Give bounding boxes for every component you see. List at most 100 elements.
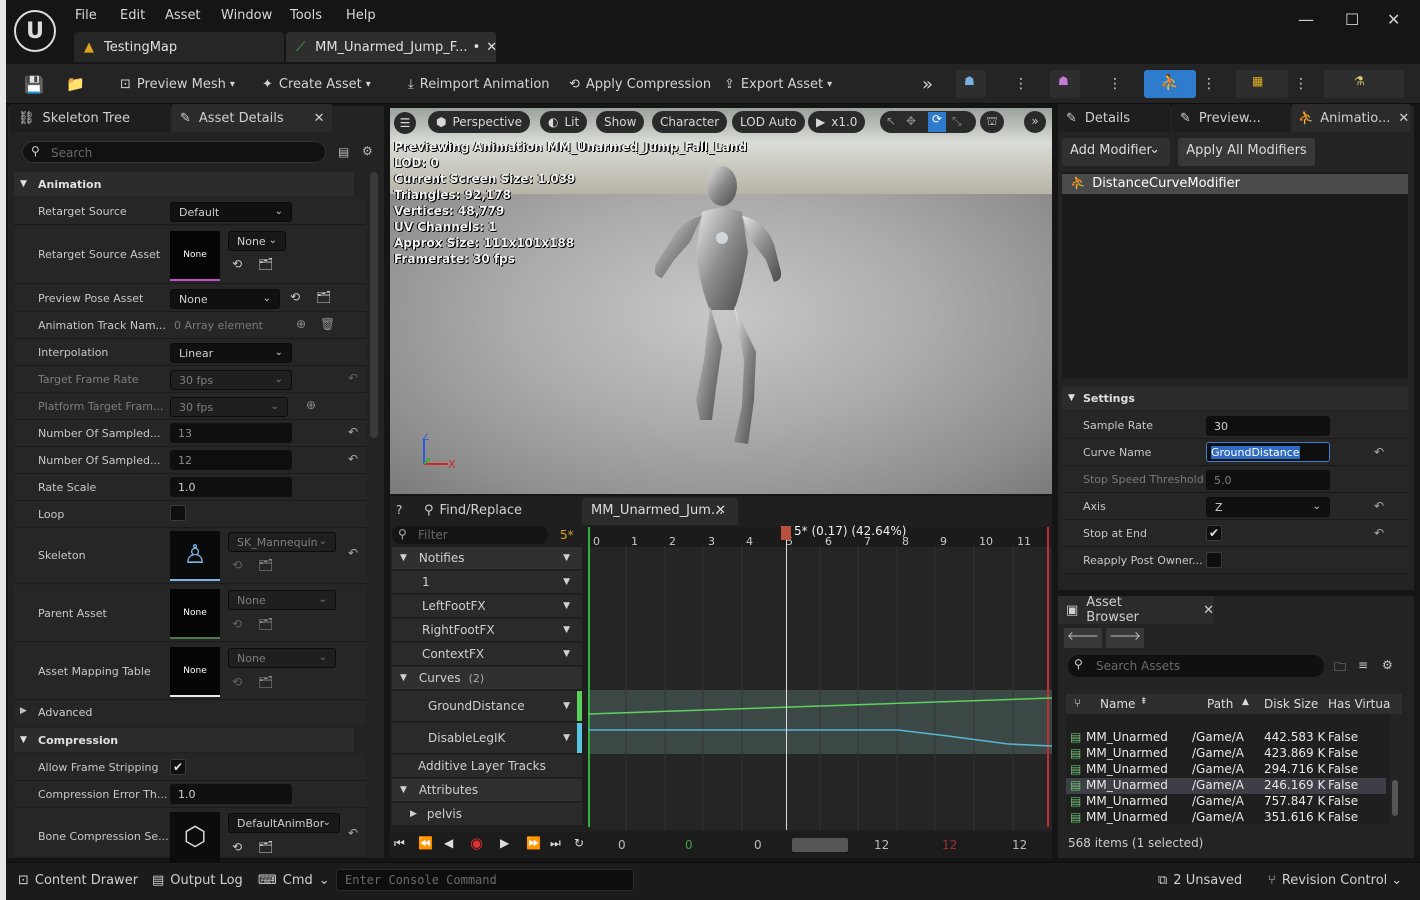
loop-checkbox[interactable] [170, 505, 186, 521]
playback-start[interactable]: 0 [685, 838, 693, 852]
close-icon[interactable]: ✕ [486, 40, 497, 55]
use-selected-icon[interactable]: ⟲ [232, 257, 242, 271]
asset-thumbnail[interactable]: None [170, 647, 220, 697]
dropdown-icon[interactable]: ▼ [563, 553, 570, 563]
reset-icon[interactable]: ↶ [1374, 499, 1384, 513]
preview-mesh-button[interactable]: ⊡ Preview Mesh ▾ [120, 72, 235, 96]
use-selected-icon[interactable]: ⟲ [290, 290, 300, 304]
menu-file[interactable]: File [75, 8, 97, 23]
apply-all-modifiers-button[interactable]: Apply All Modifiers [1178, 138, 1315, 166]
reset-icon[interactable]: ↶ [348, 546, 358, 560]
view-end[interactable]: 12 [874, 838, 889, 852]
minimize-icon[interactable]: — [1298, 10, 1314, 29]
use-selected-icon[interactable]: ⟲ [232, 617, 242, 631]
retarget-source-dropdown[interactable]: Default ⌄ [170, 202, 292, 222]
column-name[interactable]: Name [1100, 697, 1135, 711]
lit-button[interactable]: ◐ Lit [540, 111, 588, 133]
tab-preview-settings[interactable]: ✎ Preview... [1172, 104, 1290, 132]
dropdown-icon[interactable]: ▼ [563, 733, 570, 743]
physics-mode-button[interactable]: ⚗ [1324, 70, 1404, 98]
close-icon[interactable]: ✕ [1203, 603, 1214, 618]
use-selected-icon[interactable]: ⟲ [232, 675, 242, 689]
tab-animation-modifiers[interactable]: ⛹ Animatio... ✕ [1292, 104, 1410, 132]
timeline-scrollbar[interactable] [792, 838, 848, 852]
sampled-frames-field[interactable]: 12 [170, 450, 292, 470]
add-modifier-button[interactable]: Add Modifier ⌄ [1062, 138, 1170, 166]
dropdown-icon[interactable]: ▼ [563, 625, 570, 635]
section-compression[interactable]: ▼ Compression [14, 728, 354, 752]
track-filter-input[interactable]: ⚲ Filter [392, 526, 548, 544]
tab-asset-details[interactable]: ✎ Asset Details ✕ [172, 104, 332, 132]
expand-icon[interactable]: » [1024, 111, 1046, 133]
playback-end[interactable]: 12 [942, 838, 957, 852]
preview-pose-dropdown[interactable]: None ⌄ [170, 289, 280, 309]
rotate-icon[interactable]: ⟳ [928, 112, 946, 132]
menu-asset[interactable]: Asset [165, 8, 201, 23]
viewport[interactable]: ☰ ⬢ Perspective ◐ Lit Show Character LOD A… [390, 108, 1052, 494]
maximize-icon[interactable]: ☐ [1345, 10, 1359, 29]
dropdown-icon[interactable]: ▼ [563, 701, 570, 711]
reset-icon[interactable]: ↶ [1374, 445, 1384, 459]
tab-details[interactable]: ✎ Details [1058, 104, 1170, 132]
step-forward-icon[interactable]: ⏩ [526, 836, 541, 850]
track-pelvis[interactable]: ▶ pelvis [392, 803, 582, 825]
step-back-icon[interactable]: ⏪ [418, 836, 433, 850]
track-curves[interactable]: ▼ Curves (2) [392, 667, 582, 689]
playhead-line[interactable] [786, 527, 787, 830]
tab-testing-map[interactable]: ▲ TestingMap [74, 32, 284, 62]
track-ground-distance[interactable]: GroundDistance ▼ [392, 691, 582, 721]
modifier-list-item[interactable]: ⛹ DistanceCurveModifier [1062, 174, 1408, 194]
menu-window[interactable]: Window [221, 8, 272, 23]
asset-row[interactable]: ▤ MM_Unarmed/Game/A 442.583 K False [1070, 730, 1390, 746]
go-to-start-icon[interactable]: ⏮ [394, 836, 405, 851]
save-icon[interactable]: 💾 [24, 72, 44, 96]
export-asset-button[interactable]: ⇪ Export Asset ▾ [724, 72, 832, 96]
add-element-icon[interactable]: ⊕ [306, 398, 316, 412]
go-to-end-icon[interactable]: ⏭ [550, 836, 561, 851]
column-disk-size[interactable]: Disk Size [1264, 697, 1318, 711]
range-start[interactable]: 0 [618, 838, 626, 852]
bone-compression-thumbnail[interactable]: ⬡ [170, 812, 220, 862]
revision-control-button[interactable]: ⑂ Revision Control ⌄ [1268, 873, 1402, 888]
sample-rate-field[interactable]: 30 [1206, 416, 1330, 436]
mesh-mode-button[interactable]: ☗ [1050, 70, 1080, 98]
help-icon[interactable]: ? [396, 503, 402, 517]
apply-compression-button[interactable]: ⟲ Apply Compression [569, 72, 711, 96]
translate-icon[interactable]: ✥ [906, 114, 916, 128]
dropdown-icon[interactable]: ▼ [563, 601, 570, 611]
record-icon[interactable]: ◉ [470, 834, 483, 852]
skeleton-mode-button[interactable]: ☗ [956, 70, 986, 98]
asset-row[interactable]: ▤ MM_Unarmed/Game/A 294.716 K False [1070, 762, 1390, 778]
content-drawer-button[interactable]: ⊡ Content Drawer [18, 873, 138, 888]
compression-error-field[interactable]: 1.0 [170, 784, 292, 804]
tab-animation-asset[interactable]: ⟋ MM_Unarmed_Jump_F... • ✕ [286, 32, 497, 62]
reset-icon[interactable]: ↶ [348, 425, 358, 439]
browse-icon[interactable]: 🗂 [258, 558, 273, 572]
reset-icon[interactable]: ↶ [348, 452, 358, 466]
kebab-icon[interactable]: ⋮ [1014, 72, 1028, 96]
use-selected-icon[interactable]: ⟲ [232, 840, 242, 854]
stop-at-end-checkbox[interactable]: ✔ [1206, 525, 1222, 541]
skeleton-thumbnail[interactable]: ♙ [170, 531, 220, 581]
tab-animation-track[interactable]: MM_Unarmed_Jum... ✕ [582, 498, 738, 525]
playhead-handle[interactable] [781, 526, 791, 540]
menu-edit[interactable]: Edit [120, 8, 145, 23]
close-icon[interactable]: ✕ [715, 503, 726, 518]
gear-icon[interactable]: ⚙ [362, 144, 373, 158]
output-log-button[interactable]: ▤ Output Log [152, 873, 243, 888]
loop-icon[interactable]: ↻ [574, 836, 584, 850]
character-button[interactable]: Character [652, 111, 728, 133]
play-reverse-icon[interactable]: ◀ [444, 836, 453, 850]
find-replace-button[interactable]: ⚲ Find/Replace [424, 503, 522, 518]
interpolation-dropdown[interactable]: Linear ⌄ [170, 343, 292, 363]
frame-stripping-checkbox[interactable]: ✔ [170, 759, 186, 775]
kebab-icon[interactable]: ⋮ [1202, 72, 1216, 96]
tab-skeleton-tree[interactable]: ⛓ Skeleton Tree [10, 104, 170, 132]
retarget-asset-dropdown[interactable]: None ⌄ [228, 231, 286, 251]
column-has-virtual[interactable]: Has Virtua [1328, 697, 1390, 711]
track-right-foot-fx[interactable]: RightFootFX ▼ [392, 619, 582, 641]
sampled-keys-field[interactable]: 13 [170, 423, 292, 443]
mapping-table-dropdown[interactable]: None ⌄ [228, 648, 336, 668]
reimport-animation-button[interactable]: ⤓ Reimport Animation [408, 72, 550, 96]
reset-icon[interactable]: ↶ [348, 371, 358, 385]
